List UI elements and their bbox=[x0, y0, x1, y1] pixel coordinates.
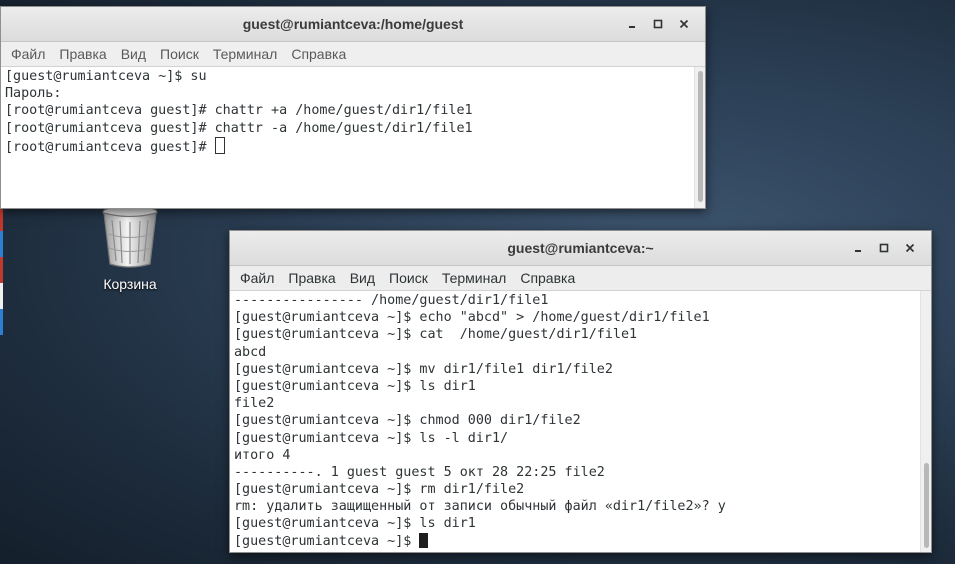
terminal-output[interactable]: ---------------- /home/guest/dir1/file1 … bbox=[230, 291, 921, 552]
terminal-line: [guest@rumiantceva ~]$ su bbox=[5, 69, 207, 84]
menu-help[interactable]: Справка bbox=[513, 268, 582, 288]
terminal-line: [guest@rumiantceva ~]$ ls -l dir1/ bbox=[234, 430, 509, 446]
titlebar[interactable]: guest@rumiantceva:/home/guest bbox=[1, 7, 705, 42]
scrollbar-thumb[interactable] bbox=[698, 71, 703, 202]
terminal-line: [root@rumiantceva guest]# chattr +a /hom… bbox=[5, 103, 473, 119]
terminal-window-home-guest[interactable]: guest@rumiantceva:/home/guest Файл Правк… bbox=[0, 6, 706, 209]
minimize-button[interactable] bbox=[845, 235, 871, 261]
minimize-button[interactable] bbox=[619, 11, 645, 37]
terminal-line: [guest@rumiantceva ~]$ rm dir1/file2 bbox=[234, 482, 525, 498]
scrollbar-thumb[interactable] bbox=[924, 463, 929, 548]
close-icon bbox=[905, 243, 915, 253]
close-button[interactable] bbox=[671, 11, 697, 37]
maximize-icon bbox=[653, 19, 663, 29]
window-controls bbox=[619, 7, 697, 41]
text-cursor bbox=[419, 532, 429, 548]
scrollbar[interactable] bbox=[694, 67, 705, 208]
menubar: Файл Правка Вид Поиск Терминал Справка bbox=[230, 266, 931, 291]
desktop-panel-strip bbox=[0, 205, 3, 335]
terminal-line: [guest@rumiantceva ~]$ mv dir1/file1 dir… bbox=[234, 361, 613, 377]
menu-view[interactable]: Вид bbox=[114, 44, 153, 64]
window-title: guest@rumiantceva:/home/guest bbox=[242, 16, 464, 32]
terminal-line: rm: удалить защищенный от записи обычный… bbox=[234, 499, 726, 515]
menu-edit[interactable]: Правка bbox=[281, 268, 342, 288]
terminal-line: [guest@rumiantceva ~]$ ls dir1 bbox=[234, 516, 476, 532]
window-controls bbox=[845, 231, 923, 265]
maximize-button[interactable] bbox=[871, 235, 897, 261]
prompt-text: [root@rumiantceva guest]# bbox=[5, 139, 207, 155]
minimize-icon bbox=[855, 250, 861, 252]
trash-label: Корзина bbox=[103, 276, 157, 292]
close-icon bbox=[679, 19, 689, 29]
terminal-window-home[interactable]: guest@rumiantceva:~ Файл Правка Вид Поис… bbox=[229, 230, 932, 553]
menu-view[interactable]: Вид bbox=[343, 268, 382, 288]
window-title: guest@rumiantceva:~ bbox=[507, 240, 654, 256]
terminal-line: [guest@rumiantceva ~]$ ls dir1 bbox=[234, 378, 476, 394]
terminal-line: [root@rumiantceva guest]# chattr -a /hom… bbox=[5, 120, 473, 136]
terminal-line: ---------------- /home/guest/dir1/file1 bbox=[234, 293, 549, 308]
menu-file[interactable]: Файл bbox=[233, 268, 281, 288]
terminal-prompt-line: [guest@rumiantceva ~]$ bbox=[234, 532, 917, 550]
trash-icon bbox=[102, 205, 158, 268]
text-cursor bbox=[214, 136, 225, 154]
terminal-line: [guest@rumiantceva ~]$ echo "abcd" > /ho… bbox=[234, 310, 710, 326]
terminal-line: abcd bbox=[234, 344, 267, 360]
desktop-icon-trash[interactable]: Корзина bbox=[85, 204, 175, 292]
maximize-icon bbox=[879, 243, 889, 253]
menu-help[interactable]: Справка bbox=[284, 44, 353, 64]
terminal-line: ----------. 1 guest guest 5 окт 28 22:25… bbox=[234, 464, 605, 480]
minimize-icon bbox=[629, 26, 635, 28]
prompt-text: [guest@rumiantceva ~]$ bbox=[234, 533, 412, 549]
menu-search[interactable]: Поиск bbox=[382, 268, 435, 288]
terminal-line: итого 4 bbox=[234, 447, 291, 463]
menu-terminal[interactable]: Терминал bbox=[206, 44, 284, 64]
titlebar[interactable]: guest@rumiantceva:~ bbox=[230, 231, 931, 266]
terminal-line: file2 bbox=[234, 396, 275, 412]
menu-file[interactable]: Файл bbox=[4, 44, 52, 64]
maximize-button[interactable] bbox=[645, 11, 671, 37]
terminal-line: [guest@rumiantceva ~]$ chmod 000 dir1/fi… bbox=[234, 413, 581, 429]
menu-terminal[interactable]: Терминал bbox=[435, 268, 513, 288]
menubar: Файл Правка Вид Поиск Терминал Справка bbox=[1, 42, 705, 67]
terminal-line: Пароль: bbox=[5, 86, 62, 102]
close-button[interactable] bbox=[897, 235, 923, 261]
menu-edit[interactable]: Правка bbox=[52, 44, 113, 64]
terminal-line: [guest@rumiantceva ~]$ cat /home/guest/d… bbox=[234, 327, 638, 343]
menu-search[interactable]: Поиск bbox=[153, 44, 206, 64]
terminal-prompt-line: [root@rumiantceva guest]# bbox=[5, 136, 691, 155]
terminal-output[interactable]: [guest@rumiantceva ~]$ su Пароль: [root@… bbox=[1, 67, 695, 208]
scrollbar[interactable] bbox=[920, 291, 931, 552]
